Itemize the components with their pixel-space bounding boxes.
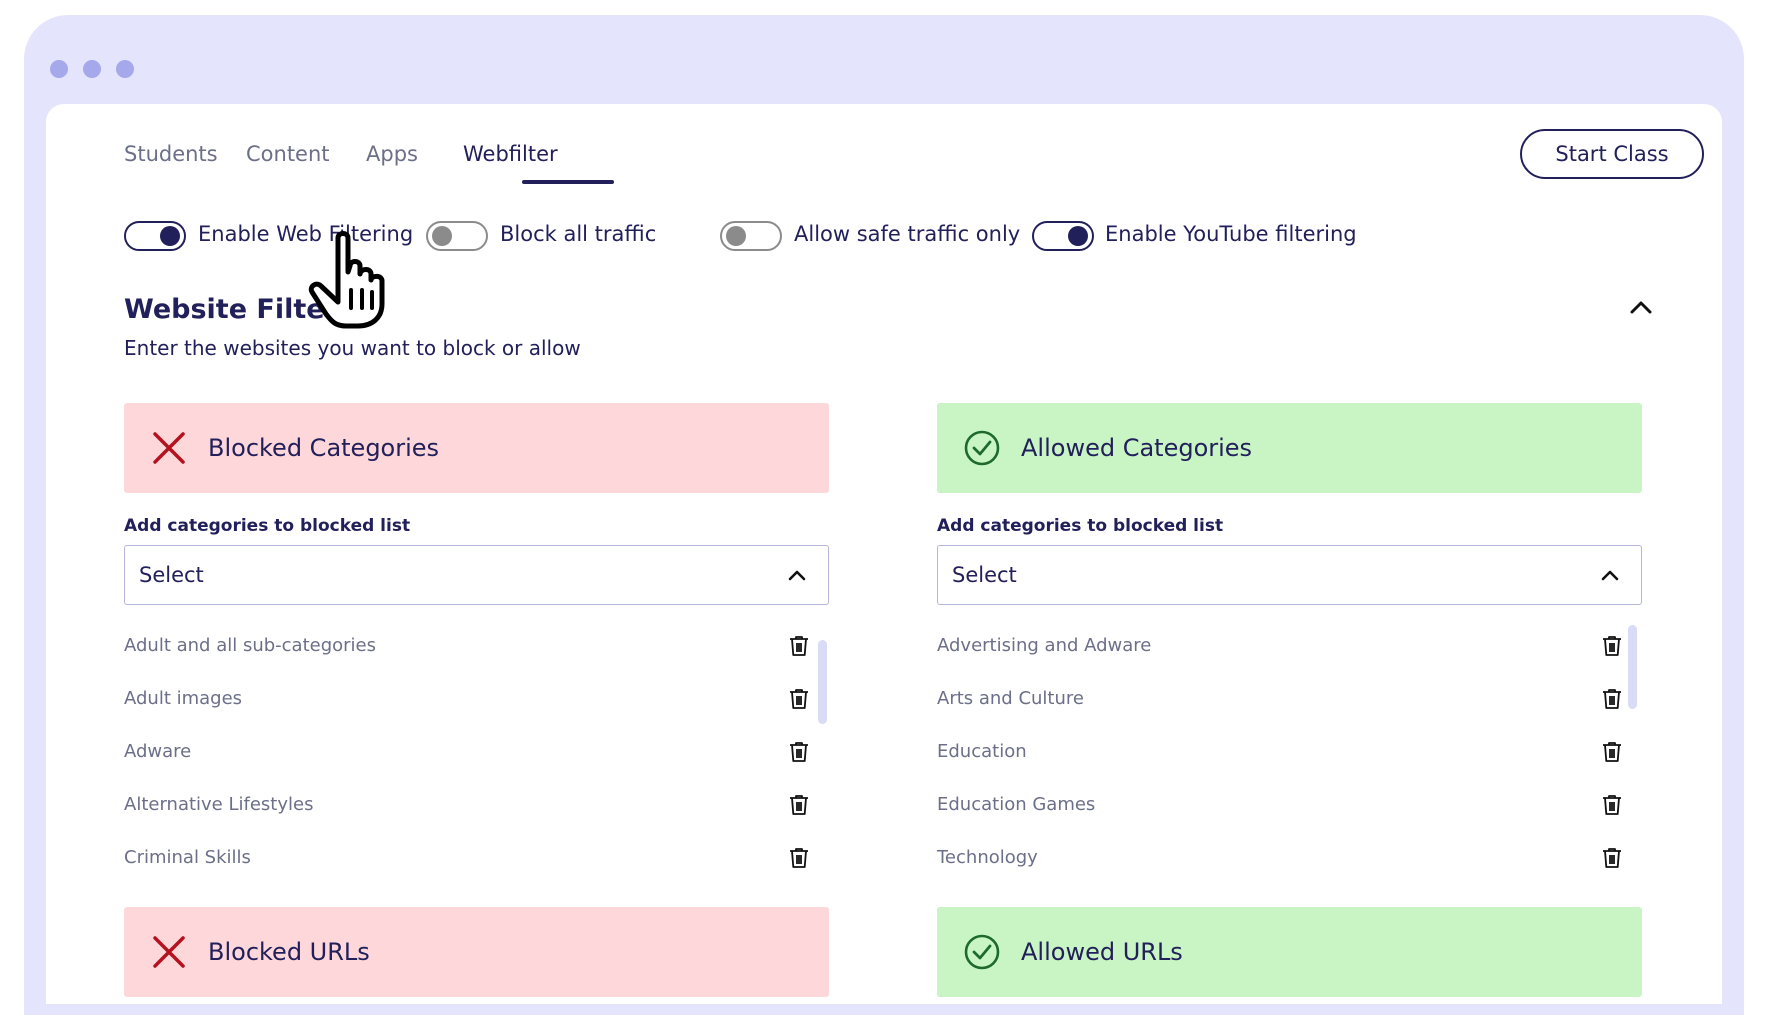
- list-item: Criminal Skills: [124, 831, 829, 884]
- blocked-categories-select[interactable]: Select: [124, 545, 829, 605]
- blocked-categories-list: Adult and all sub-categories Adult image…: [124, 619, 829, 884]
- toggle-label-block-all-traffic: Block all traffic: [500, 222, 657, 246]
- allowed-categories-field-label: Add categories to blocked list: [937, 516, 1224, 536]
- x-mark-icon: [153, 432, 185, 464]
- blocked-list-scrollbar[interactable]: [818, 640, 827, 724]
- window-dot-close[interactable]: [50, 60, 68, 78]
- x-mark-icon: [153, 936, 185, 968]
- trash-icon[interactable]: [1600, 687, 1624, 711]
- tab-webfilter[interactable]: Webfilter: [463, 142, 558, 166]
- trash-icon[interactable]: [787, 687, 811, 711]
- active-tab-indicator: [522, 180, 614, 184]
- trash-icon[interactable]: [1600, 634, 1624, 658]
- start-class-button[interactable]: Start Class: [1520, 129, 1704, 179]
- list-item: Education Games: [937, 778, 1642, 831]
- list-item: Alternative Lifestyles: [124, 778, 829, 831]
- list-item: Education: [937, 725, 1642, 778]
- toggle-knob: [432, 226, 452, 246]
- trash-icon[interactable]: [1600, 793, 1624, 817]
- list-item: Adware: [124, 725, 829, 778]
- blocked-urls-card: Blocked URLs: [124, 907, 829, 997]
- allowed-urls-title: Allowed URLs: [1021, 938, 1183, 966]
- list-item-label: Arts and Culture: [937, 688, 1084, 709]
- list-item: Technology: [937, 831, 1642, 884]
- select-value: Select: [139, 563, 204, 587]
- toggle-block-all-traffic[interactable]: [426, 221, 488, 251]
- blocked-categories-title: Blocked Categories: [208, 434, 440, 462]
- list-item-label: Technology: [937, 847, 1038, 868]
- chevron-up-icon: [788, 570, 806, 581]
- toggle-knob: [160, 226, 180, 246]
- list-item-label: Adult and all sub-categories: [124, 635, 377, 656]
- allowed-categories-select[interactable]: Select: [937, 545, 1642, 605]
- list-item-label: Adult images: [124, 688, 243, 709]
- allowed-categories-title: Allowed Categories: [1021, 434, 1253, 462]
- list-item-label: Education Games: [937, 794, 1096, 815]
- toggle-label-enable-youtube-filtering: Enable YouTube filtering: [1105, 222, 1357, 246]
- blocked-urls-title: Blocked URLs: [208, 938, 370, 966]
- list-item: Arts and Culture: [937, 672, 1642, 725]
- toggle-knob: [1068, 226, 1088, 246]
- chevron-up-icon[interactable]: [1626, 292, 1656, 322]
- toggle-knob: [726, 226, 746, 246]
- list-item: Adult images: [124, 672, 829, 725]
- toggle-enable-web-filtering[interactable]: [124, 221, 186, 251]
- select-value: Select: [952, 563, 1017, 587]
- trash-icon[interactable]: [1600, 740, 1624, 764]
- tab-content[interactable]: Content: [246, 142, 330, 166]
- chevron-up-icon: [1601, 570, 1619, 581]
- blocked-categories-field-label: Add categories to blocked list: [124, 516, 411, 536]
- main-panel: Students Content Apps Webfilter Start Cl…: [46, 104, 1722, 1004]
- allowed-categories-list: Advertising and Adware Arts and Culture …: [937, 619, 1642, 884]
- trash-icon[interactable]: [787, 740, 811, 764]
- allowed-list-scrollbar[interactable]: [1628, 625, 1637, 709]
- list-item: Advertising and Adware: [937, 619, 1642, 672]
- toggle-enable-youtube-filtering[interactable]: [1032, 221, 1094, 251]
- trash-icon[interactable]: [1600, 846, 1624, 870]
- window-dot-minimize[interactable]: [83, 60, 101, 78]
- section-subtitle: Enter the websites you want to block or …: [124, 336, 581, 360]
- list-item-label: Advertising and Adware: [937, 635, 1152, 656]
- list-item-label: Alternative Lifestyles: [124, 794, 314, 815]
- trash-icon[interactable]: [787, 846, 811, 870]
- trash-icon[interactable]: [787, 793, 811, 817]
- list-item-label: Adware: [124, 741, 192, 762]
- tab-apps[interactable]: Apps: [366, 142, 418, 166]
- check-circle-icon: [964, 430, 1000, 466]
- blocked-categories-card: Blocked Categories: [124, 403, 829, 493]
- toggle-label-allow-safe-traffic: Allow safe traffic only: [794, 222, 1021, 246]
- allowed-categories-card: Allowed Categories: [937, 403, 1642, 493]
- tab-students[interactable]: Students: [124, 142, 218, 166]
- trash-icon[interactable]: [787, 634, 811, 658]
- toggle-allow-safe-traffic[interactable]: [720, 221, 782, 251]
- window-dot-maximize[interactable]: [116, 60, 134, 78]
- list-item: Adult and all sub-categories: [124, 619, 829, 672]
- list-item-label: Education: [937, 741, 1027, 762]
- hand-pointer-icon: [308, 231, 385, 329]
- list-item-label: Criminal Skills: [124, 847, 251, 868]
- allowed-urls-card: Allowed URLs: [937, 907, 1642, 997]
- check-circle-icon: [964, 934, 1000, 970]
